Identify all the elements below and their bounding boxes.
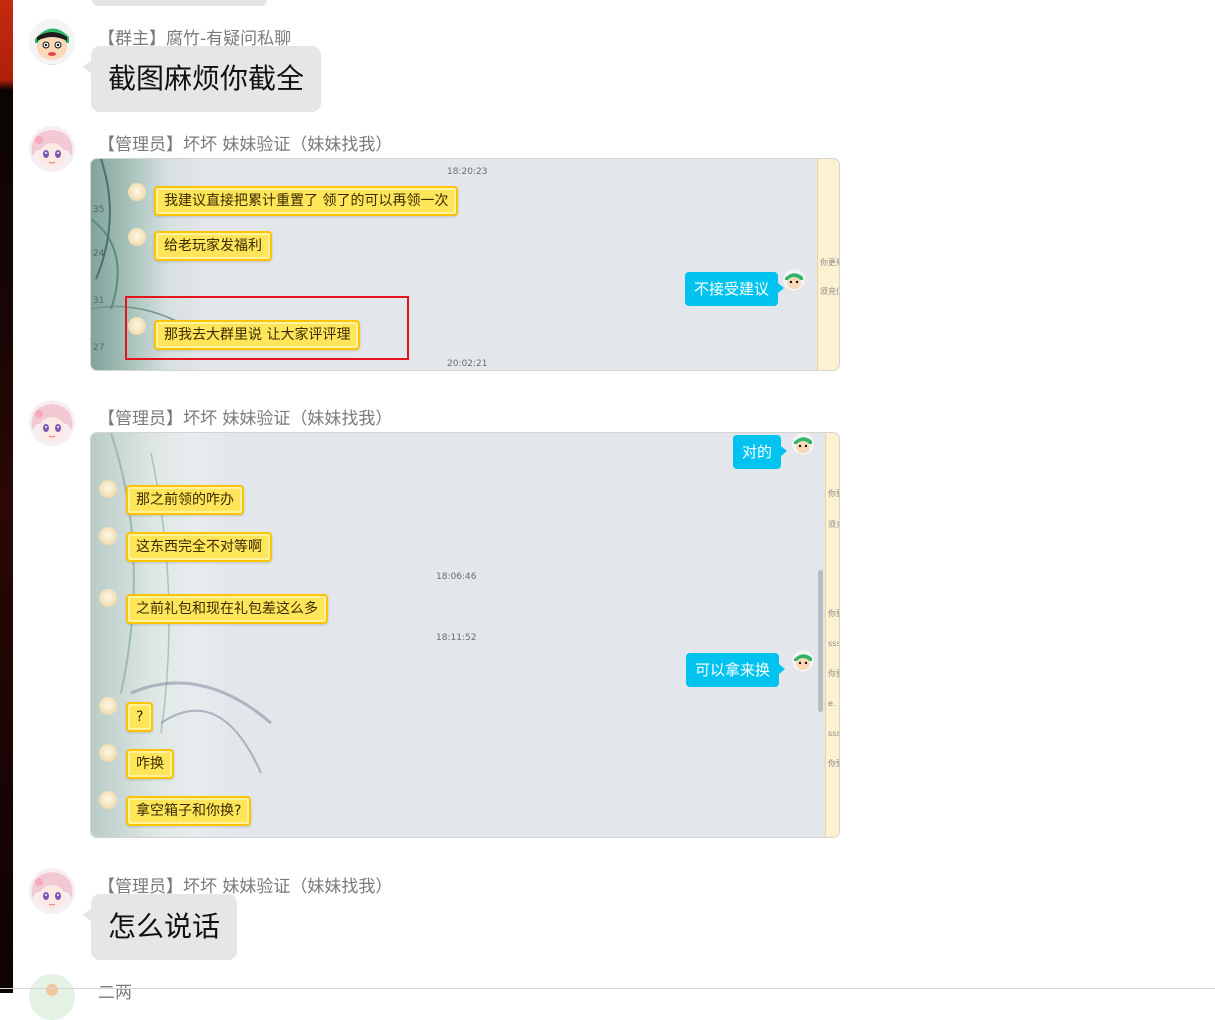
chat-bubble-left: 拿空箱子和你换? (126, 796, 252, 826)
panel-text: 你更新 (820, 258, 839, 267)
user-avatar-icon (29, 974, 75, 1020)
shinchan-mini-avatar-icon (783, 269, 805, 291)
avatar-user[interactable] (29, 974, 75, 1020)
previous-message-bubble (92, 0, 267, 6)
panel-text: 你要 (828, 609, 839, 618)
side-number: 24 (93, 249, 105, 259)
timestamp: 20:02:21 (447, 359, 488, 369)
contact-avatar-icon (128, 317, 146, 335)
panel-text: e. (828, 699, 836, 708)
right-panel: 你更新 须充值 (817, 159, 839, 370)
chat-bubble-left: 那之前领的咋办 (126, 485, 244, 515)
divider (0, 988, 1215, 989)
chat-bubble-left: 这东西完全不对等啊 (126, 532, 272, 562)
chat-bubble-left: 之前礼包和现在礼包差这么多 (126, 594, 328, 624)
shinchan-avatar-icon (29, 19, 75, 65)
contact-avatar-icon (99, 744, 117, 762)
anime-girl-avatar-icon (29, 126, 75, 172)
chat-bubble-right: 可以拿来换 (686, 653, 786, 687)
chat-bubble-left: 那我去大群里说 让大家评评理 (154, 320, 361, 350)
right-panel: 你要 须充 你要 sss 你要 e. sss 你要 (825, 433, 840, 837)
message-bubble[interactable]: 怎么说话 (82, 894, 238, 960)
panel-text: 你要 (828, 669, 839, 678)
chat-bubble-right: 不接受建议 (685, 272, 785, 306)
side-number: 27 (93, 343, 105, 353)
anime-girl-avatar-icon (29, 868, 75, 914)
screenshot-image[interactable]: 对的 那之前领的咋办 这东西完全不对等啊 18:06:46 之前礼包和现在礼包差… (90, 432, 840, 838)
side-number: 31 (93, 296, 105, 306)
contact-avatar-icon (99, 527, 117, 545)
avatar-group-owner[interactable] (29, 19, 75, 65)
chat-bubble-right: 对的 (733, 435, 788, 469)
contact-avatar-icon (99, 480, 117, 498)
timestamp: 18:20:23 (447, 167, 488, 177)
panel-text: 须充值 (820, 287, 839, 296)
panel-text: 你要 (828, 489, 839, 498)
contact-avatar-icon (128, 228, 146, 246)
message-bubble[interactable]: 截图麻烦你截全 (82, 46, 322, 112)
scrollbar-thumb[interactable] (818, 570, 823, 712)
background-edge (0, 0, 13, 993)
contact-avatar-icon (99, 697, 117, 715)
chat-bubble-left: 给老玩家发福利 (154, 231, 272, 261)
sender-name[interactable]: 【管理员】坏坏 妹妹验证（妹妹找我） (98, 130, 392, 155)
chat-bubble-left: 咋换 (126, 749, 174, 779)
chat-bubble-left: 我建议直接把累计重置了 领了的可以再领一次 (154, 186, 459, 216)
timestamp: 18:06:46 (436, 572, 477, 582)
panel-text: 你要 (828, 759, 839, 768)
contact-avatar-icon (99, 589, 117, 607)
contact-avatar-icon (128, 183, 146, 201)
panel-text: sss (828, 639, 840, 648)
shinchan-mini-avatar-icon (792, 650, 814, 672)
panel-text: 须充 (828, 520, 839, 529)
sender-name[interactable]: 【管理员】坏坏 妹妹验证（妹妹找我） (98, 404, 392, 429)
anime-girl-avatar-icon (29, 400, 75, 446)
screenshot-image[interactable]: 35 24 31 27 18:20:23 我建议直接把累计重置了 领了的可以再领… (90, 158, 840, 371)
avatar-admin[interactable] (29, 868, 75, 914)
shinchan-mini-avatar-icon (792, 433, 814, 455)
timestamp: 18:11:52 (436, 633, 477, 643)
panel-text: sss (828, 729, 840, 738)
avatar-admin[interactable] (29, 400, 75, 446)
sender-name[interactable]: 二两 (98, 978, 132, 1003)
side-number: 35 (93, 205, 105, 215)
contact-avatar-icon (99, 791, 117, 809)
chat-bubble-left: ? (126, 702, 154, 732)
avatar-admin[interactable] (29, 126, 75, 172)
